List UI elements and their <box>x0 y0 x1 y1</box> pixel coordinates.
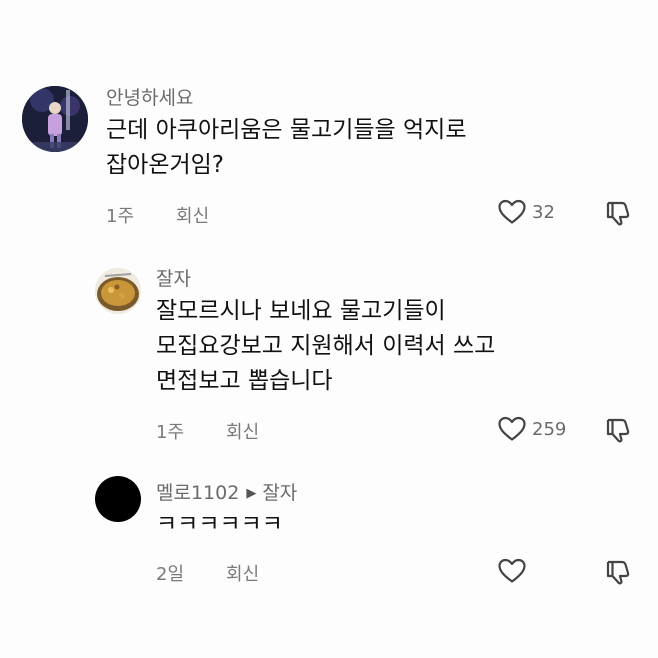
avatar[interactable] <box>22 86 88 152</box>
username[interactable]: 잘자 <box>156 264 191 291</box>
avatar[interactable] <box>95 268 141 314</box>
like-button[interactable]: 32 <box>498 199 555 225</box>
timestamp: 1주 <box>156 422 185 443</box>
comment-line: 잘모르시나 보네요 물고기들이 <box>156 298 446 324</box>
heart-icon <box>498 558 526 584</box>
timestamp: 2일 <box>156 564 185 585</box>
thumbs-down-icon[interactable] <box>605 558 633 586</box>
username: 멜로1102 ▶ 잘자 <box>156 478 297 505</box>
comment-line: 잡아온거임? <box>106 152 225 178</box>
comment-meta: 2일 회신 <box>156 560 259 586</box>
heart-icon <box>498 416 526 442</box>
heart-icon <box>498 199 526 225</box>
timestamp: 1주 <box>106 206 135 227</box>
thumbs-down-icon[interactable] <box>605 199 633 227</box>
username[interactable]: 안녕하세요 <box>106 83 193 110</box>
avatar[interactable] <box>95 476 141 522</box>
comment-line: 모집요강보고 지원해서 이력서 쓰고 <box>156 333 496 359</box>
comment-line: ㅋㅋㅋㅋㅋㅋ <box>156 511 283 537</box>
comment-line: 면접보고 뽑습니다 <box>156 368 333 394</box>
avatar-image <box>22 86 88 152</box>
reply-button[interactable]: 회신 <box>226 564 259 585</box>
comment-text: ㅋㅋㅋㅋㅋㅋ <box>156 507 283 542</box>
comment-text: 잘모르시나 보네요 물고기들이 모집요강보고 지원해서 이력서 쓰고 면접보고 … <box>156 294 495 399</box>
reply-button[interactable]: 회신 <box>176 206 209 227</box>
reply-to-username[interactable]: 잘자 <box>262 482 297 504</box>
username-link[interactable]: 멜로1102 <box>156 482 239 504</box>
comment-meta: 1주 회신 <box>156 418 259 444</box>
avatar-image <box>95 268 141 314</box>
like-button[interactable] <box>498 558 532 584</box>
like-button[interactable]: 259 <box>498 416 566 442</box>
comment-meta: 1주 회신 <box>106 202 209 228</box>
comment-line: 근데 아쿠아리움은 물고기들을 억지로 <box>106 117 467 143</box>
thumbs-down-icon[interactable] <box>605 416 633 444</box>
like-count: 32 <box>532 201 555 223</box>
comment-text: 근데 아쿠아리움은 물고기들을 억지로 잡아온거임? <box>106 113 467 183</box>
like-count: 259 <box>532 418 567 440</box>
reply-button[interactable]: 회신 <box>226 422 259 443</box>
play-triangle-icon: ▶ <box>246 486 257 501</box>
